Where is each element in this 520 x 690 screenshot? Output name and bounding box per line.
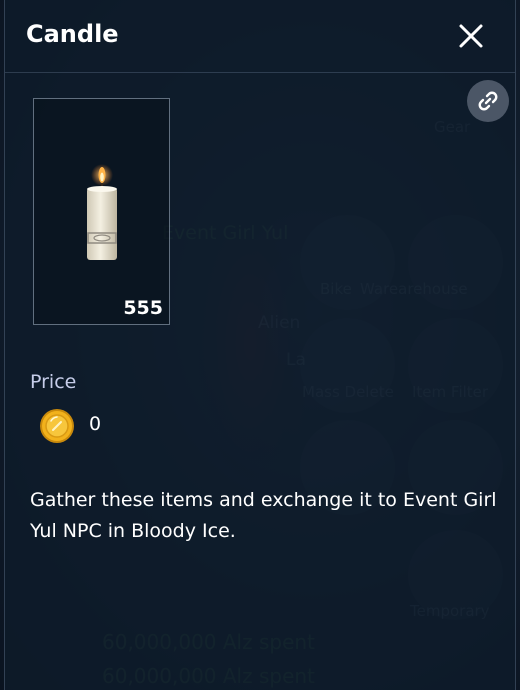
candle-icon [87,164,117,260]
close-icon [459,24,483,48]
price-value: 0 [89,413,102,435]
item-count: 555 [123,297,163,319]
dialog-header: Candle [5,0,515,73]
item-info-dialog: Candle 555 Price 0 Gather these items an… [4,0,516,690]
item-description: Gather these items and exchange it to Ev… [30,489,497,542]
game-screen: Event Girl Yul Gear Bike Warearehouse Al… [0,0,520,690]
link-icon [478,91,498,111]
link-item-button[interactable] [467,80,509,122]
gold-coin-icon [40,409,74,443]
price-label: Price [30,371,77,393]
dialog-title: Candle [26,20,119,48]
item-slot[interactable]: 555 [33,98,170,325]
close-button[interactable] [453,18,489,54]
